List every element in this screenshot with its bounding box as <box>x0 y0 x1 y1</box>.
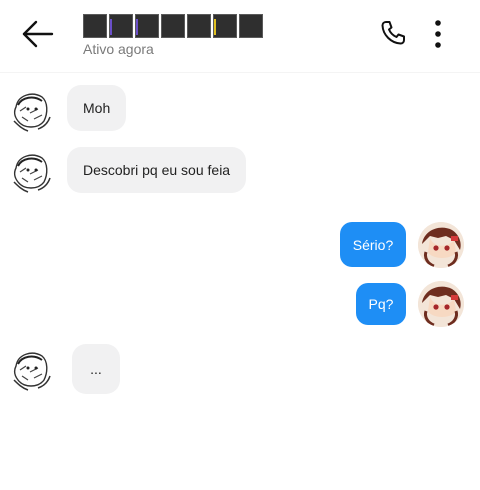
more-vertical-icon <box>435 20 441 48</box>
message-row-outgoing: Sério? <box>0 222 480 270</box>
manga-avatar-icon <box>9 88 53 132</box>
obscured-block <box>83 14 107 38</box>
message-text: Sério? <box>352 236 394 253</box>
header-divider <box>0 72 480 73</box>
obscured-block <box>213 14 237 38</box>
contact-name-obscured[interactable] <box>83 14 263 38</box>
message-row-incoming: Descobri pq eu sou feia <box>0 147 480 197</box>
message-row-incoming: ... <box>0 344 480 396</box>
chat-header: Ativo agora <box>0 0 480 70</box>
user-avatar[interactable] <box>418 281 464 327</box>
contact-avatar[interactable] <box>8 346 54 392</box>
message-bubble[interactable]: Pq? <box>356 283 406 325</box>
obscured-block <box>135 14 159 38</box>
obscured-block <box>161 14 185 38</box>
message-row-incoming: Moh <box>0 85 480 135</box>
contact-avatar[interactable] <box>8 87 54 133</box>
message-text: ... <box>90 361 102 377</box>
back-button[interactable] <box>18 16 58 52</box>
active-status: Ativo agora <box>83 41 154 57</box>
anime-avatar-icon <box>418 222 464 268</box>
user-avatar[interactable] <box>418 222 464 268</box>
message-text: Pq? <box>368 296 394 312</box>
message-row-outgoing: Pq? <box>0 281 480 331</box>
message-bubble[interactable]: Descobri pq eu sou feia <box>67 147 247 193</box>
contact-avatar[interactable] <box>8 148 54 194</box>
message-text: Moh <box>83 100 111 116</box>
anime-avatar-icon <box>418 281 464 327</box>
phone-icon <box>381 21 405 45</box>
message-text: Descobri pq eu sou feia <box>83 162 231 178</box>
call-button[interactable] <box>378 18 408 48</box>
obscured-block <box>239 14 263 38</box>
manga-avatar-icon <box>9 149 53 193</box>
more-options-button[interactable] <box>428 18 448 50</box>
message-bubble[interactable]: Moh <box>67 85 127 131</box>
message-bubble[interactable]: Sério? <box>340 222 406 267</box>
message-bubble[interactable]: ... <box>72 344 120 394</box>
manga-avatar-icon <box>9 347 53 391</box>
chat-screen: Ativo agora Moh Descobri pq eu sou feia … <box>0 0 480 490</box>
arrow-left-icon <box>22 20 54 48</box>
obscured-block <box>187 14 211 38</box>
obscured-block <box>109 14 133 38</box>
